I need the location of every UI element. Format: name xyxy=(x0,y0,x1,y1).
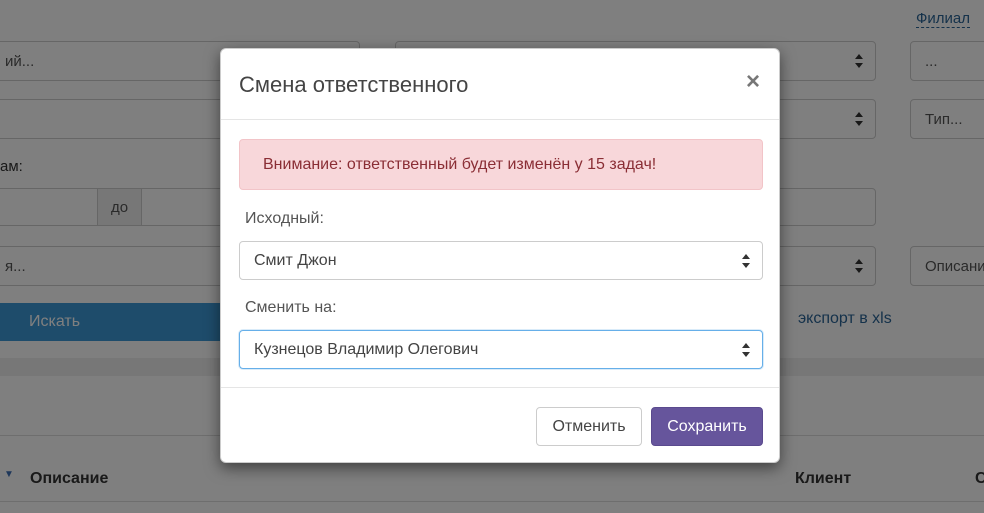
target-label: Сменить на: xyxy=(245,299,337,316)
modal-header: Смена ответственного × xyxy=(221,49,779,120)
save-button[interactable]: Сохранить xyxy=(651,407,763,446)
select-arrows-icon xyxy=(742,342,750,357)
warning-alert: Внимание: ответственный будет изменён у … xyxy=(239,139,763,190)
change-responsible-modal: Смена ответственного × Внимание: ответст… xyxy=(220,48,780,463)
target-select[interactable]: Кузнецов Владимир Олегович xyxy=(239,330,763,369)
warning-alert-text: Внимание: ответственный будет изменён у … xyxy=(263,155,657,173)
close-icon[interactable]: × xyxy=(743,70,763,94)
target-select-value: Кузнецов Владимир Олегович xyxy=(254,340,479,358)
source-select[interactable]: Смит Джон xyxy=(239,241,763,280)
select-arrows-icon xyxy=(742,253,750,268)
source-label: Исходный: xyxy=(245,210,324,227)
modal-title: Смена ответственного xyxy=(239,72,469,97)
modal-footer: Отменить Сохранить xyxy=(221,387,779,464)
cancel-button[interactable]: Отменить xyxy=(536,407,642,446)
source-select-value: Смит Джон xyxy=(254,251,337,269)
